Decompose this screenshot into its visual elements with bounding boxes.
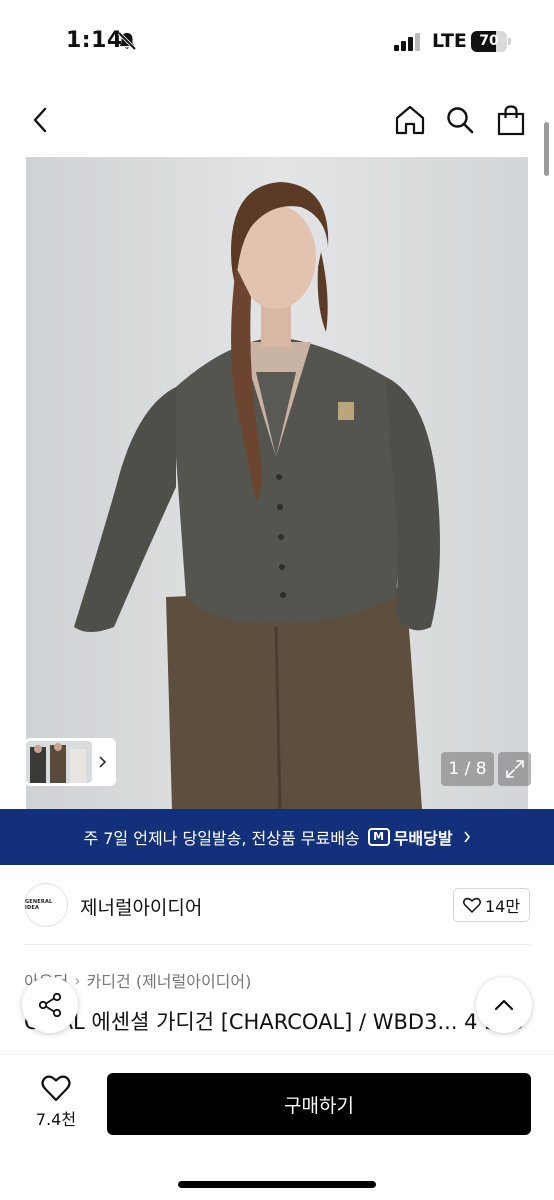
network-label: LTE [432,30,467,52]
delivery-badge-icon: M [367,828,390,846]
wishlist-button[interactable]: 7.4천 [20,1074,92,1136]
scroll-indicator [544,122,549,176]
battery-percent: 70 [479,33,499,49]
search-button[interactable] [438,92,482,148]
breadcrumb-item[interactable]: 카디건 (제너럴아이디어) [87,968,252,992]
store-row[interactable]: GENERAL IDEA 제너럴아이디어 14만 [0,866,554,944]
signal-icon [394,33,420,51]
banner-text: 주 7일 언제나 당일발송, 전상품 무료배송 [83,829,360,848]
chevron-right-icon [99,756,107,768]
shopping-bag-icon [497,105,525,136]
banner-logo-text: 무배당발 [393,829,453,848]
product-title: C...AL 에센셜 가디건 [CHARCOAL] / WBD3... 4 50… [24,1010,525,1034]
chevron-up-icon [494,999,514,1011]
chevron-right-icon [463,831,470,843]
shipping-banner[interactable]: 주 7일 언제나 당일발송, 전상품 무료배송 M 무배당발 [0,809,554,865]
banner-logo: M 무배당발 [367,825,453,849]
expand-button[interactable] [498,752,531,786]
gallery-counter: 1 / 8 [441,752,494,786]
buy-button[interactable]: 구매하기 [107,1073,531,1135]
store-like-button[interactable]: 14만 [453,888,530,922]
store-name[interactable]: 제너럴아이디어 [80,893,202,920]
back-button[interactable] [18,92,62,148]
heart-icon [41,1075,71,1102]
store-logo[interactable]: GENERAL IDEA [24,883,68,927]
scroll-to-top-button[interactable] [476,977,532,1033]
status-bar: 1:14 LTE 70 [0,0,554,82]
home-indicator [178,1181,376,1188]
home-button[interactable] [388,92,432,148]
model-wearing-cardigan-image [26,157,528,809]
store-like-count: 14만 [484,897,521,916]
status-time: 1:14 [66,28,123,53]
share-button[interactable] [22,977,78,1033]
share-icon [38,992,62,1018]
top-nav [0,92,554,148]
thumbnail-strip[interactable] [24,738,116,786]
bell-muted-icon [117,31,137,51]
wishlist-count: 7.4천 [35,1110,77,1129]
chevron-left-icon [33,107,47,133]
product-photo[interactable] [26,157,528,809]
gallery-thumbnail[interactable] [26,741,92,783]
heart-icon [462,897,481,913]
divider [24,944,530,945]
expand-icon [505,760,524,778]
battery-indicator: 70 [471,31,511,52]
chevron-right-icon: › [74,970,81,990]
home-icon [395,105,425,135]
cart-button[interactable] [489,92,533,148]
search-icon [447,107,474,134]
